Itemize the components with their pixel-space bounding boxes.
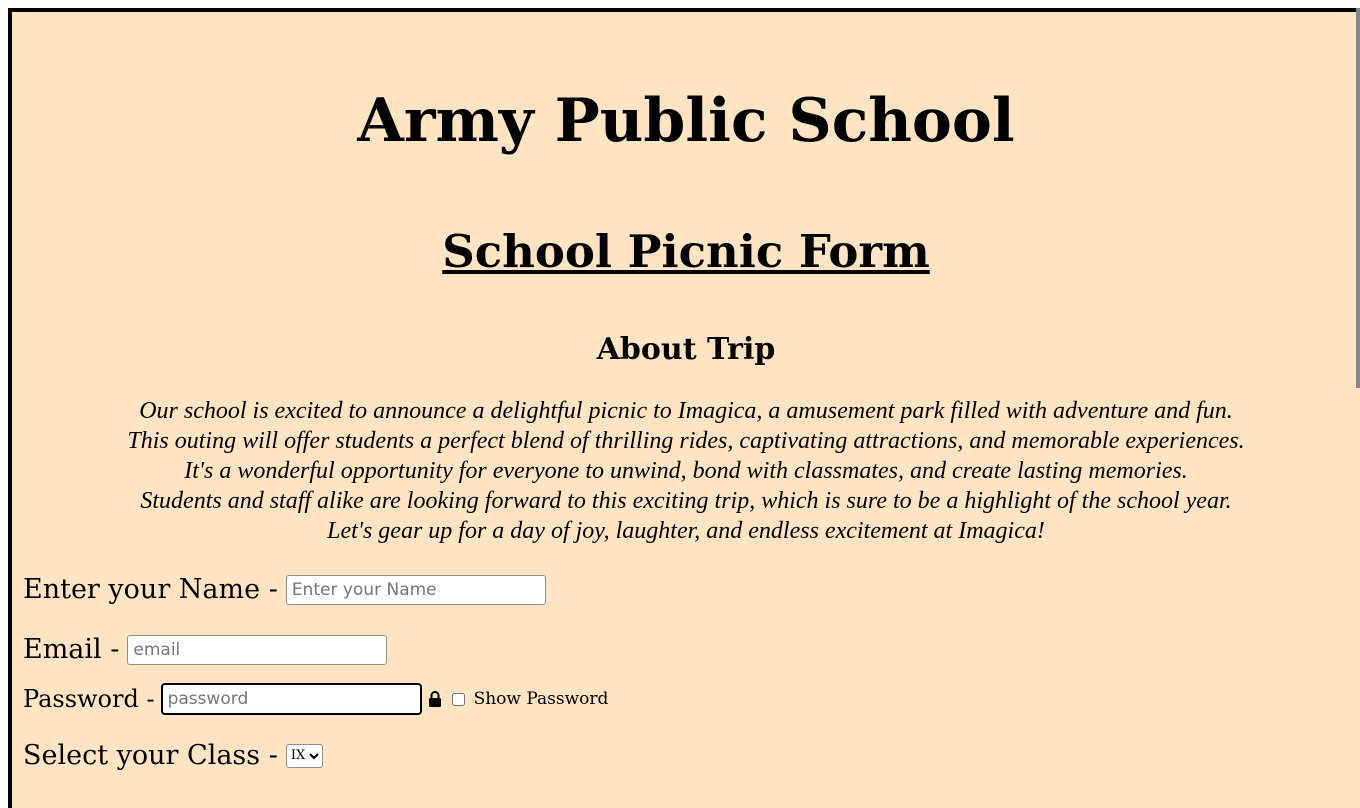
email-label: Email - bbox=[23, 634, 120, 665]
lock-icon bbox=[428, 690, 442, 708]
about-line: Let's gear up for a day of joy, laughter… bbox=[327, 518, 1045, 544]
school-name-heading: Army Public School bbox=[357, 86, 1015, 156]
about-trip-paragraph: Our school is excited to announce a deli… bbox=[12, 396, 1360, 546]
password-label: Password - bbox=[23, 685, 155, 713]
about-line: Students and staff alike are looking for… bbox=[140, 488, 1232, 514]
about-line: This outing will offer students a perfec… bbox=[127, 428, 1245, 454]
email-row: Email - bbox=[23, 634, 388, 665]
email-input[interactable] bbox=[127, 634, 388, 665]
name-input[interactable] bbox=[285, 574, 546, 605]
scrollbar[interactable] bbox=[1356, 8, 1360, 388]
name-row: Enter your Name - bbox=[23, 574, 546, 605]
page-frame: Army Public School School Picnic Form Ab… bbox=[8, 8, 1360, 808]
class-label: Select your Class - bbox=[23, 740, 278, 771]
password-input[interactable] bbox=[160, 683, 422, 715]
about-line: It's a wonderful opportunity for everyon… bbox=[184, 458, 1188, 484]
show-password-label[interactable]: Show Password bbox=[474, 689, 609, 709]
class-select[interactable]: IX bbox=[285, 743, 323, 768]
show-password-checkbox[interactable] bbox=[451, 692, 465, 706]
about-trip-heading: About Trip bbox=[596, 332, 776, 367]
name-label: Enter your Name - bbox=[23, 574, 278, 605]
password-row: Password - Show Password bbox=[23, 683, 608, 715]
class-row: Select your Class - IX bbox=[23, 740, 323, 771]
about-line: Our school is excited to announce a deli… bbox=[139, 398, 1233, 424]
form-title-heading: School Picnic Form bbox=[442, 225, 930, 278]
